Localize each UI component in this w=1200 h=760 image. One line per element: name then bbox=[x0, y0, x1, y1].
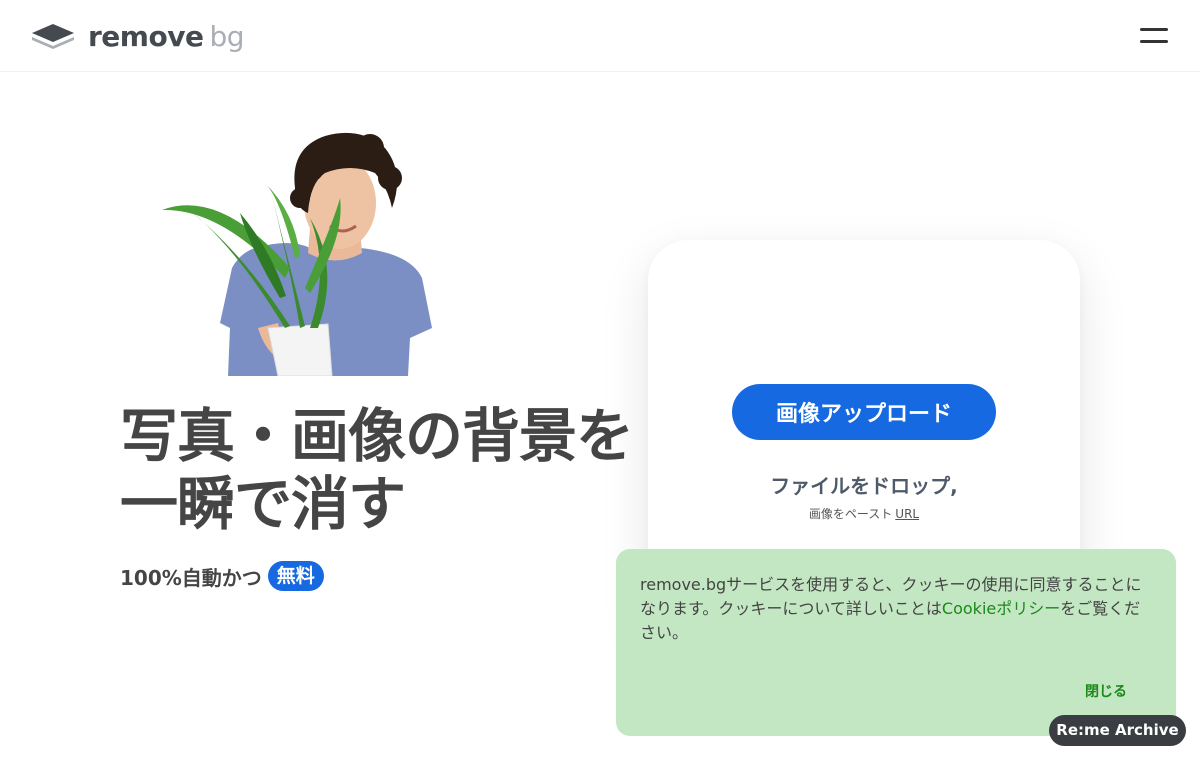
logo-icon bbox=[32, 24, 74, 49]
paste-text: 画像をペースト bbox=[808, 507, 893, 521]
hero-headline: 写真・画像の背景を一瞬で消す bbox=[120, 402, 634, 538]
cookie-banner: remove.bgサービスを使用すると、クッキーの使用に同意することになります。… bbox=[616, 549, 1176, 736]
cookie-policy-link[interactable]: Cookieポリシー bbox=[942, 599, 1060, 618]
logo-word-bg: bg bbox=[209, 19, 244, 53]
logo-word-remove: remove bbox=[88, 19, 204, 53]
archive-badge[interactable]: Re:me Archive bbox=[1049, 715, 1186, 746]
site-header: remove bg bbox=[0, 0, 1200, 72]
subline-text: 100%自動かつ bbox=[120, 565, 262, 590]
logo-text: remove bg bbox=[88, 20, 244, 53]
hamburger-icon-bar bbox=[1140, 28, 1168, 31]
free-badge: 無料 bbox=[267, 561, 324, 591]
hamburger-menu-button[interactable] bbox=[1136, 24, 1172, 48]
upload-image-button[interactable]: 画像アップロード bbox=[732, 384, 996, 440]
url-link[interactable]: URL bbox=[895, 507, 919, 521]
cookie-close-button[interactable]: 閉じる bbox=[1070, 679, 1142, 703]
drop-file-text: ファイルをドロップ, bbox=[770, 474, 958, 498]
hamburger-icon-bar bbox=[1140, 40, 1168, 43]
paste-hint: 画像をペースト URL bbox=[648, 505, 1080, 522]
cookie-message: remove.bgサービスを使用すると、クッキーの使用に同意することになります。… bbox=[640, 573, 1150, 645]
hero-subline: 100%自動かつ 無料 bbox=[120, 560, 324, 592]
hero-image bbox=[162, 132, 432, 376]
logo[interactable]: remove bg bbox=[30, 18, 244, 54]
